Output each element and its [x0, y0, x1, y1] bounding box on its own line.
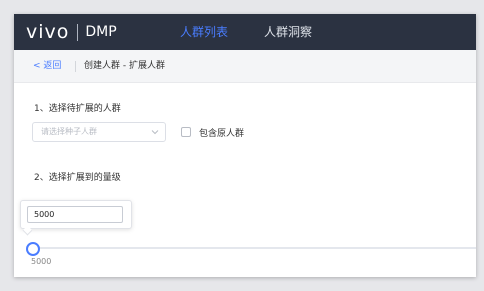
app-window: vivo DMP 人群列表 人群洞察 < 返回 创建人群 - 扩展人群 1、选择… — [14, 14, 476, 277]
back-link[interactable]: < 返回 — [33, 50, 61, 82]
brand: vivo DMP — [26, 21, 117, 43]
scale-slider-value: 5000 — [31, 257, 52, 266]
nav-item-audience-list[interactable]: 人群列表 — [178, 14, 230, 50]
top-navigation-bar: vivo DMP 人群列表 人群洞察 — [14, 14, 476, 50]
scale-slider-handle[interactable] — [26, 242, 40, 256]
include-original-label: 包含原人群 — [199, 128, 245, 139]
seed-audience-placeholder: 请选择种子人群 — [41, 127, 97, 136]
breadcrumb-divider — [75, 61, 76, 72]
chevron-down-icon — [151, 130, 159, 135]
scale-input-popover: 5000 — [20, 200, 132, 229]
include-original-option[interactable]: 包含原人群 — [181, 125, 244, 139]
seed-audience-select[interactable]: 请选择种子人群 — [32, 122, 166, 142]
vivo-logo: vivo — [26, 21, 70, 43]
step2-label: 2、选择扩展到的量级 — [34, 173, 121, 183]
product-name: DMP — [85, 24, 117, 40]
include-original-checkbox[interactable] — [181, 127, 191, 137]
scale-input[interactable]: 5000 — [27, 206, 123, 223]
nav-item-audience-insight[interactable]: 人群洞察 — [262, 14, 314, 50]
step1-label: 1、选择待扩展的人群 — [34, 104, 121, 114]
page-title: 创建人群 - 扩展人群 — [84, 61, 165, 71]
breadcrumb: < 返回 创建人群 - 扩展人群 — [14, 50, 476, 83]
scale-slider-track[interactable] — [30, 247, 476, 249]
brand-divider — [77, 23, 79, 41]
